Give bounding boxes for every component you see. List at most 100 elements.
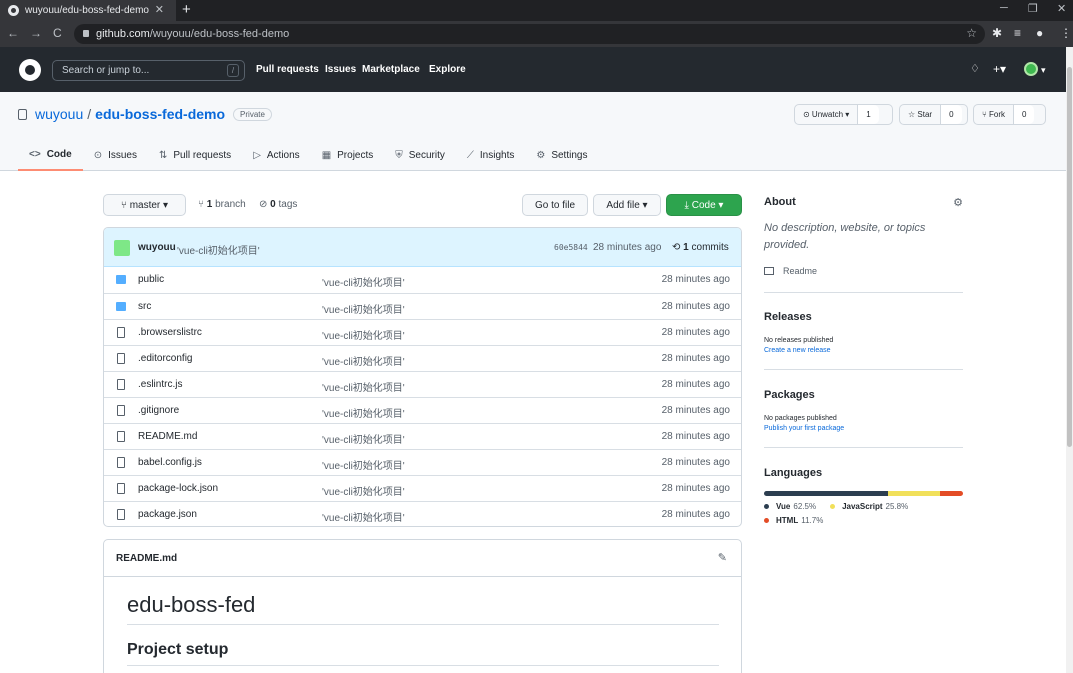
address-bar[interactable]: github.com/wuyouu/edu-boss-fed-demo ☆ — [74, 24, 985, 44]
github-logo-icon[interactable] — [19, 59, 41, 81]
code-dropdown-button[interactable]: ⤓ Code ▾ — [666, 194, 742, 216]
tab-pull-requests[interactable]: ⇅ Pull requests — [148, 140, 242, 171]
packages-title[interactable]: Packages — [764, 389, 963, 401]
minimize-button[interactable]: ─ — [1000, 2, 1008, 14]
file-name[interactable]: .gitignore — [138, 405, 179, 416]
file-name[interactable]: src — [138, 301, 151, 312]
user-avatar[interactable] — [1024, 62, 1038, 76]
file-name[interactable]: babel.config.js — [138, 457, 202, 468]
file-row[interactable]: .gitignore 'vue-cli初始化项目' 28 minutes ago — [104, 397, 741, 423]
star-count[interactable]: 0 — [941, 105, 962, 124]
file-name[interactable]: .browserslistrc — [138, 327, 202, 338]
file-commit-message[interactable]: 'vue-cli初始化项目' — [322, 431, 405, 446]
maximize-button[interactable]: ❐ — [1028, 2, 1038, 15]
file-row[interactable]: package.json 'vue-cli初始化项目' 28 minutes ago — [104, 501, 741, 526]
new-tab-button[interactable]: + — [182, 1, 191, 18]
file-row[interactable]: babel.config.js 'vue-cli初始化项目' 28 minutes … — [104, 449, 741, 475]
watch-button[interactable]: ⊙ Unwatch ▾ 1 — [794, 104, 893, 125]
commits-link[interactable]: ⟲ 1 commits — [672, 242, 729, 253]
file-name[interactable]: public — [138, 274, 164, 285]
profile-icon[interactable]: ● — [1036, 26, 1043, 40]
search-input[interactable]: Search or jump to... / — [52, 60, 245, 81]
file-name[interactable]: .eslintrc.js — [138, 379, 182, 390]
extensions-icon[interactable]: ✱ — [992, 26, 1002, 40]
tab-projects[interactable]: ▦ Projects — [311, 140, 385, 171]
publish-package-link[interactable]: Publish your first package — [764, 425, 963, 432]
releases-title[interactable]: Releases — [764, 311, 963, 323]
notifications-bell-icon[interactable]: ♢ — [970, 62, 980, 75]
bookmark-star-icon[interactable]: ☆ — [966, 26, 977, 40]
about-settings-gear-icon[interactable]: ⚙ — [953, 196, 963, 209]
tab-security[interactable]: ⛨ Security — [384, 140, 456, 171]
tags-link[interactable]: ⊘ 0 tags — [259, 199, 297, 210]
back-button[interactable]: ← — [7, 26, 19, 40]
commit-sha[interactable]: 60e5844 — [554, 243, 588, 252]
nav-pull-requests[interactable]: Pull requests — [256, 64, 319, 75]
file-name[interactable]: README.md — [138, 431, 197, 442]
file-commit-message[interactable]: 'vue-cli初始化项目' — [322, 327, 405, 342]
forward-button[interactable]: → — [30, 26, 42, 40]
nav-marketplace[interactable]: Marketplace — [362, 64, 420, 75]
create-release-link[interactable]: Create a new release — [764, 347, 963, 354]
tab-settings[interactable]: ⚙ Settings — [525, 140, 598, 171]
media-playlist-icon[interactable]: ≡ — [1014, 26, 1021, 40]
file-commit-message[interactable]: 'vue-cli初始化项目' — [322, 353, 405, 368]
branch-select-button[interactable]: ⑂ master ▾ — [103, 194, 186, 216]
file-commit-message[interactable]: 'vue-cli初始化项目' — [322, 457, 405, 472]
branches-link[interactable]: ⑂ 1 branch — [198, 199, 246, 210]
file-name[interactable]: package-lock.json — [138, 483, 218, 494]
avatar-caret-icon[interactable]: ▾ — [1041, 65, 1046, 76]
watch-label[interactable]: ⊙ Unwatch ▾ — [795, 105, 859, 124]
file-commit-message[interactable]: 'vue-cli初始化项目' — [322, 483, 405, 498]
repo-owner-link[interactable]: wuyouu — [35, 106, 83, 122]
tab-insights[interactable]: ⟋ Insights — [456, 140, 525, 171]
file-row[interactable]: src 'vue-cli初始化项目' 28 minutes ago — [104, 293, 741, 319]
readme-filename[interactable]: README.md — [116, 553, 177, 564]
file-row[interactable]: .eslintrc.js 'vue-cli初始化项目' 28 minutes ago — [104, 371, 741, 397]
fork-button[interactable]: ⑂ Fork 0 — [973, 104, 1046, 125]
language-item[interactable]: HTML 11.7% — [764, 516, 823, 525]
browser-tab[interactable]: wuyouu/edu-boss-fed-demo ✕ — [0, 0, 176, 21]
star-label[interactable]: ☆ Star — [900, 105, 942, 124]
file-commit-message[interactable]: 'vue-cli初始化项目' — [322, 509, 405, 524]
file-row[interactable]: package-lock.json 'vue-cli初始化项目' 28 minute… — [104, 475, 741, 501]
tab-close-icon[interactable]: ✕ — [155, 3, 164, 16]
nav-issues[interactable]: Issues — [325, 64, 356, 75]
file-row[interactable]: README.md 'vue-cli初始化项目' 28 minutes ago — [104, 423, 741, 449]
file-name[interactable]: .editorconfig — [138, 353, 192, 364]
fork-count[interactable]: 0 — [1014, 105, 1035, 124]
page-scrollbar[interactable] — [1066, 47, 1073, 673]
tab-issues[interactable]: ⊙ Issues — [83, 140, 148, 171]
file-name[interactable]: package.json — [138, 509, 197, 520]
fork-label[interactable]: ⑂ Fork — [974, 105, 1015, 124]
tab-code[interactable]: <> Code — [18, 140, 83, 171]
language-item[interactable]: JavaScript 25.8% — [830, 502, 908, 511]
file-commit-message[interactable]: 'vue-cli初始化项目' — [322, 379, 405, 394]
readme-link[interactable]: Readme — [764, 266, 963, 276]
commit-message[interactable]: 'vue-cli初始化项目' — [177, 242, 260, 257]
nav-explore[interactable]: Explore — [429, 64, 466, 75]
file-commit-message[interactable]: 'vue-cli初始化项目' — [322, 301, 405, 316]
edit-pencil-icon[interactable]: ✎ — [718, 551, 727, 564]
author-avatar[interactable] — [114, 240, 130, 256]
add-file-button[interactable]: Add file ▾ — [593, 194, 661, 216]
create-new-button[interactable]: +▾ — [993, 62, 1006, 76]
file-row[interactable]: .browserslistrc 'vue-cli初始化项目' 28 minutes … — [104, 319, 741, 345]
window-close-button[interactable]: ✕ — [1057, 2, 1066, 15]
watch-count[interactable]: 1 — [858, 105, 879, 124]
file-commit-message[interactable]: 'vue-cli初始化项目' — [322, 274, 405, 289]
file-commit-age: 28 minutes ago — [661, 509, 730, 520]
star-button[interactable]: ☆ Star 0 — [899, 104, 968, 125]
browser-menu-icon[interactable]: ⋮ — [1060, 26, 1072, 40]
file-commit-message[interactable]: 'vue-cli初始化项目' — [322, 405, 405, 420]
file-row[interactable]: .editorconfig 'vue-cli初始化项目' 28 minutes ag… — [104, 345, 741, 371]
language-item[interactable]: Vue 62.5% — [764, 502, 816, 511]
reload-button[interactable]: C — [53, 26, 62, 40]
go-to-file-button[interactable]: Go to file — [522, 194, 588, 216]
repo-name-link[interactable]: edu-boss-fed-demo — [95, 106, 225, 122]
scrollbar-thumb[interactable] — [1067, 67, 1072, 447]
file-row[interactable]: public 'vue-cli初始化项目' 28 minutes ago — [104, 267, 741, 293]
tab-actions[interactable]: ▷ Actions — [242, 140, 311, 171]
commit-author[interactable]: wuyouu — [138, 242, 176, 253]
file-icon — [117, 483, 125, 494]
